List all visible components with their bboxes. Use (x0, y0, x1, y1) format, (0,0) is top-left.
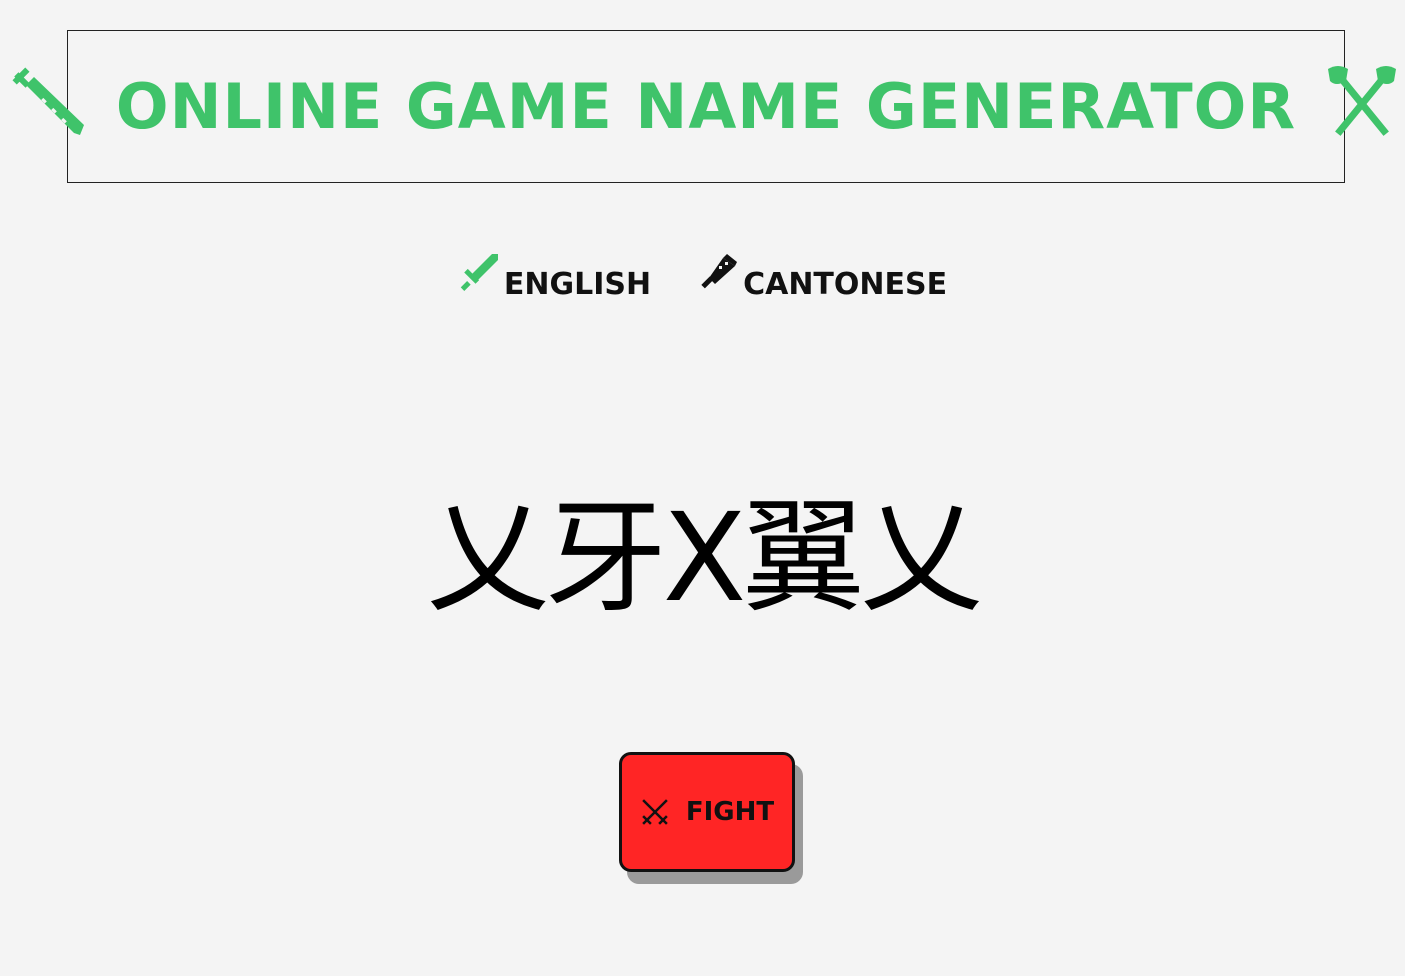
crossed-swords-icon (642, 799, 668, 825)
sword-icon (12, 63, 88, 139)
language-option-cantonese[interactable]: CANTONESE (697, 250, 947, 302)
language-label-english: ENGLISH (503, 267, 652, 302)
header-banner: ONLINE GAME NAME GENERATOR (12, 30, 1397, 183)
generated-name: 乂牙X翼乂 (426, 487, 983, 629)
dagger-icon (701, 254, 738, 289)
language-selector: ENGLISH CANTONESE (0, 250, 1405, 302)
fight-button-wrapper: FIGHT (619, 752, 803, 884)
language-label-cantonese: CANTONESE (743, 267, 948, 302)
crossed-axes-icon (1324, 63, 1400, 139)
fight-button[interactable]: FIGHT (619, 752, 795, 872)
fight-button-label: FIGHT (685, 797, 775, 827)
page-title: ONLINE GAME NAME GENERATOR (115, 70, 1297, 143)
sword-icon (460, 254, 498, 291)
language-option-english[interactable]: ENGLISH (458, 250, 651, 302)
